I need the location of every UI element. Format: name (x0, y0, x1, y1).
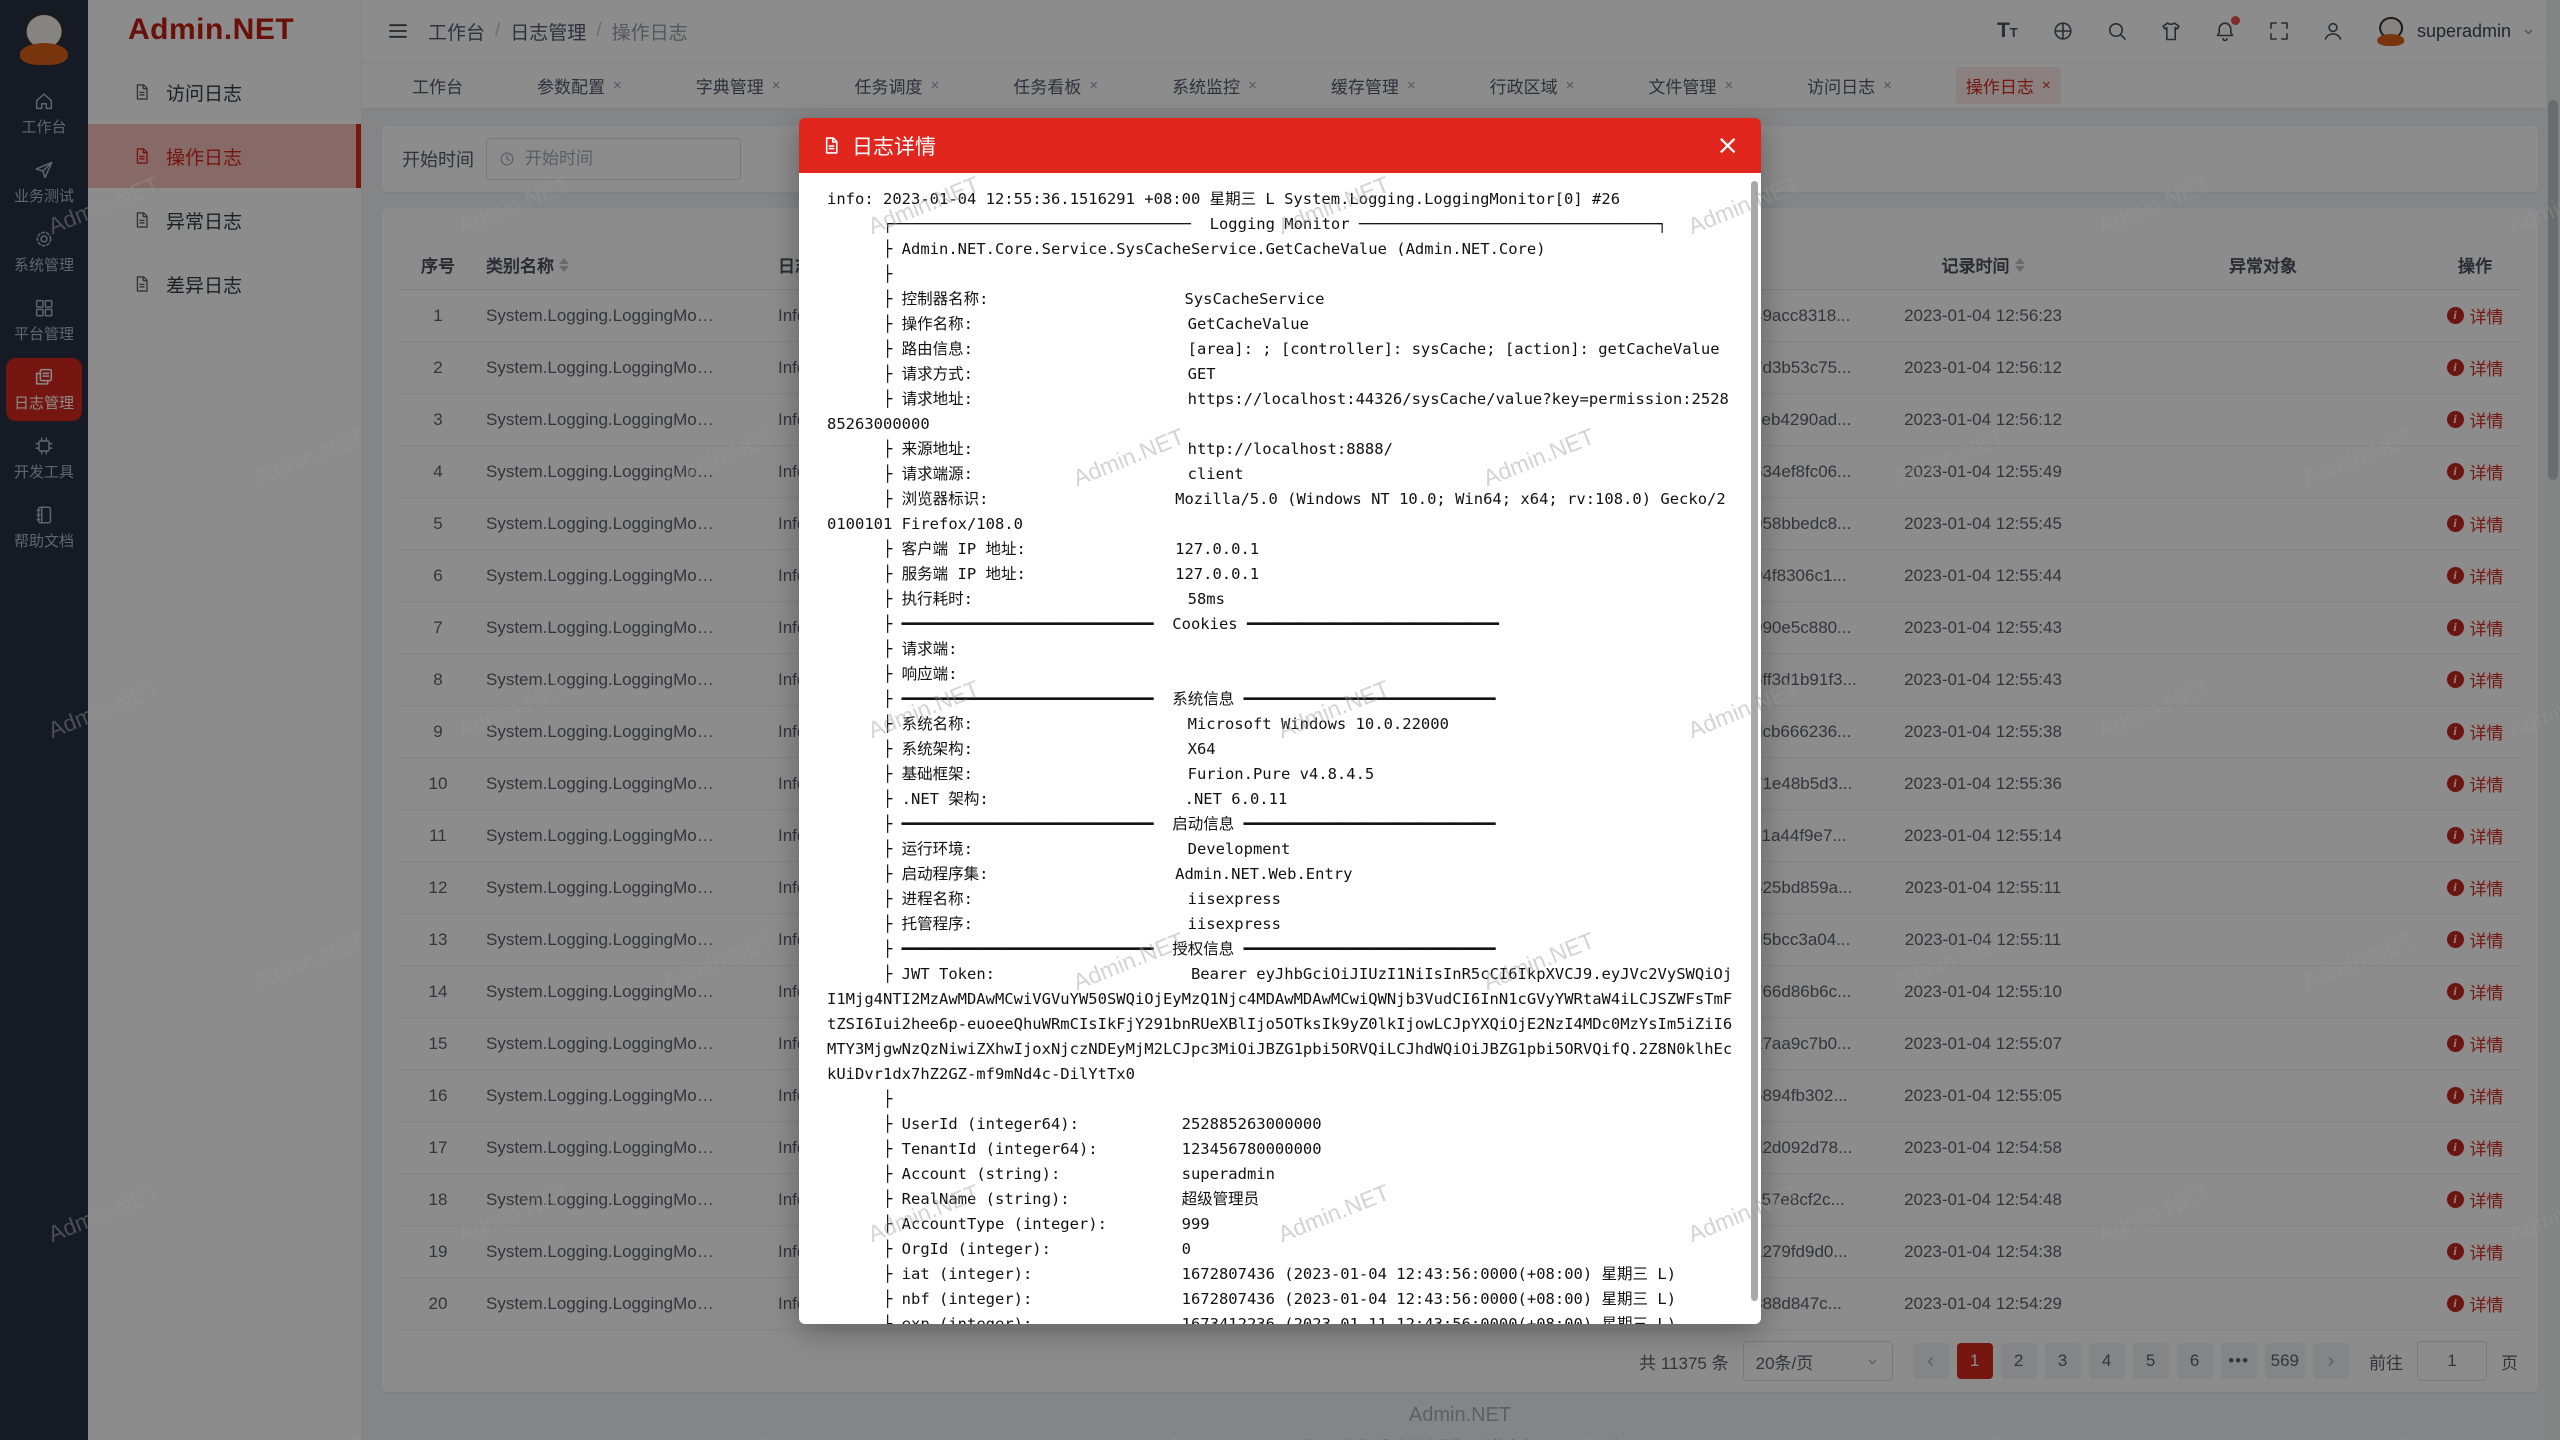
modal-header: 日志详情 × (799, 118, 1761, 173)
document-icon (821, 135, 842, 156)
modal-scrollbar-thumb[interactable] (1751, 181, 1758, 1301)
close-icon[interactable]: × (1716, 132, 1739, 159)
modal-body: info: 2023-01-04 12:55:36.1516291 +08:00… (799, 173, 1761, 1324)
log-detail-text: info: 2023-01-04 12:55:36.1516291 +08:00… (827, 187, 1733, 1324)
modal-title: 日志详情 (852, 131, 936, 161)
modal-title-wrap: 日志详情 (821, 131, 936, 161)
log-detail-modal: 日志详情 × info: 2023-01-04 12:55:36.1516291… (799, 118, 1761, 1324)
